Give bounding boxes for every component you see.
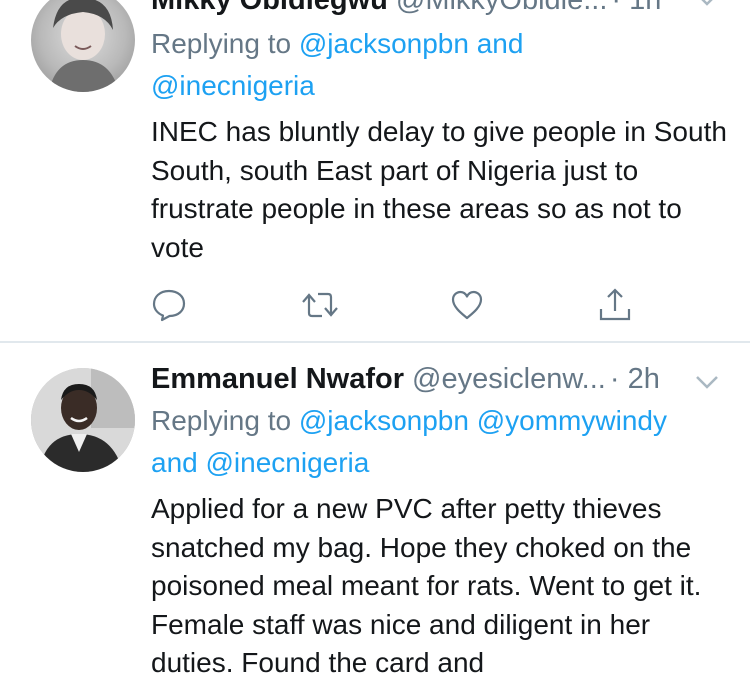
user-handle[interactable]: @eyesiclenw... [412,363,606,395]
mention-link[interactable]: @jacksonpbn [299,28,469,59]
avatar[interactable] [31,368,135,472]
replying-to: Replying to @jacksonpbn and @inecnigeria [151,23,726,107]
mention-conjunction[interactable]: and [477,28,524,59]
tweet-actions [151,287,631,327]
like-icon[interactable] [449,287,485,323]
tweet-text: Applied for a new PVC after petty thieve… [151,493,702,678]
user-handle[interactable]: @MikkyObidie... [396,0,608,16]
chevron-down-icon[interactable] [694,369,720,395]
share-icon[interactable] [597,287,633,323]
tweet-1[interactable]: Mikky Obidiegwu @MikkyObidie... · 1h Reply… [0,0,750,342]
replying-to-label: Replying to [151,405,292,436]
timestamp[interactable]: · 1h [611,0,661,16]
display-name[interactable]: Emmanuel Nwafor [151,363,404,395]
retweet-icon[interactable] [300,287,338,323]
display-name[interactable]: Mikky Obidiegwu [151,0,388,16]
avatar[interactable] [31,0,135,92]
mention-link[interactable]: @yommywindy [477,405,667,436]
mention-link[interactable]: @inecnigeria [151,70,315,101]
tweet-2[interactable]: Emmanuel Nwafor @eyesiclenw... · 2h Replyi… [0,343,750,678]
chevron-down-icon[interactable] [694,0,720,12]
tweet-text: INEC has bluntly delay to give people in… [151,116,727,263]
tweet-header: Mikky Obidiegwu @MikkyObidie... · 1h [151,0,661,17]
mention-conjunction[interactable]: and [151,447,198,478]
mention-link[interactable]: @jacksonpbn [299,405,469,436]
tweet-header: Emmanuel Nwafor @eyesiclenw... · 2h [151,363,660,396]
mention-link[interactable]: @inecnigeria [206,447,370,478]
replying-to-label: Replying to [151,28,292,59]
replying-to: Replying to @jacksonpbn @yommywindy and … [151,400,726,484]
reply-icon[interactable] [151,287,187,323]
timestamp[interactable]: · 2h [610,363,660,395]
